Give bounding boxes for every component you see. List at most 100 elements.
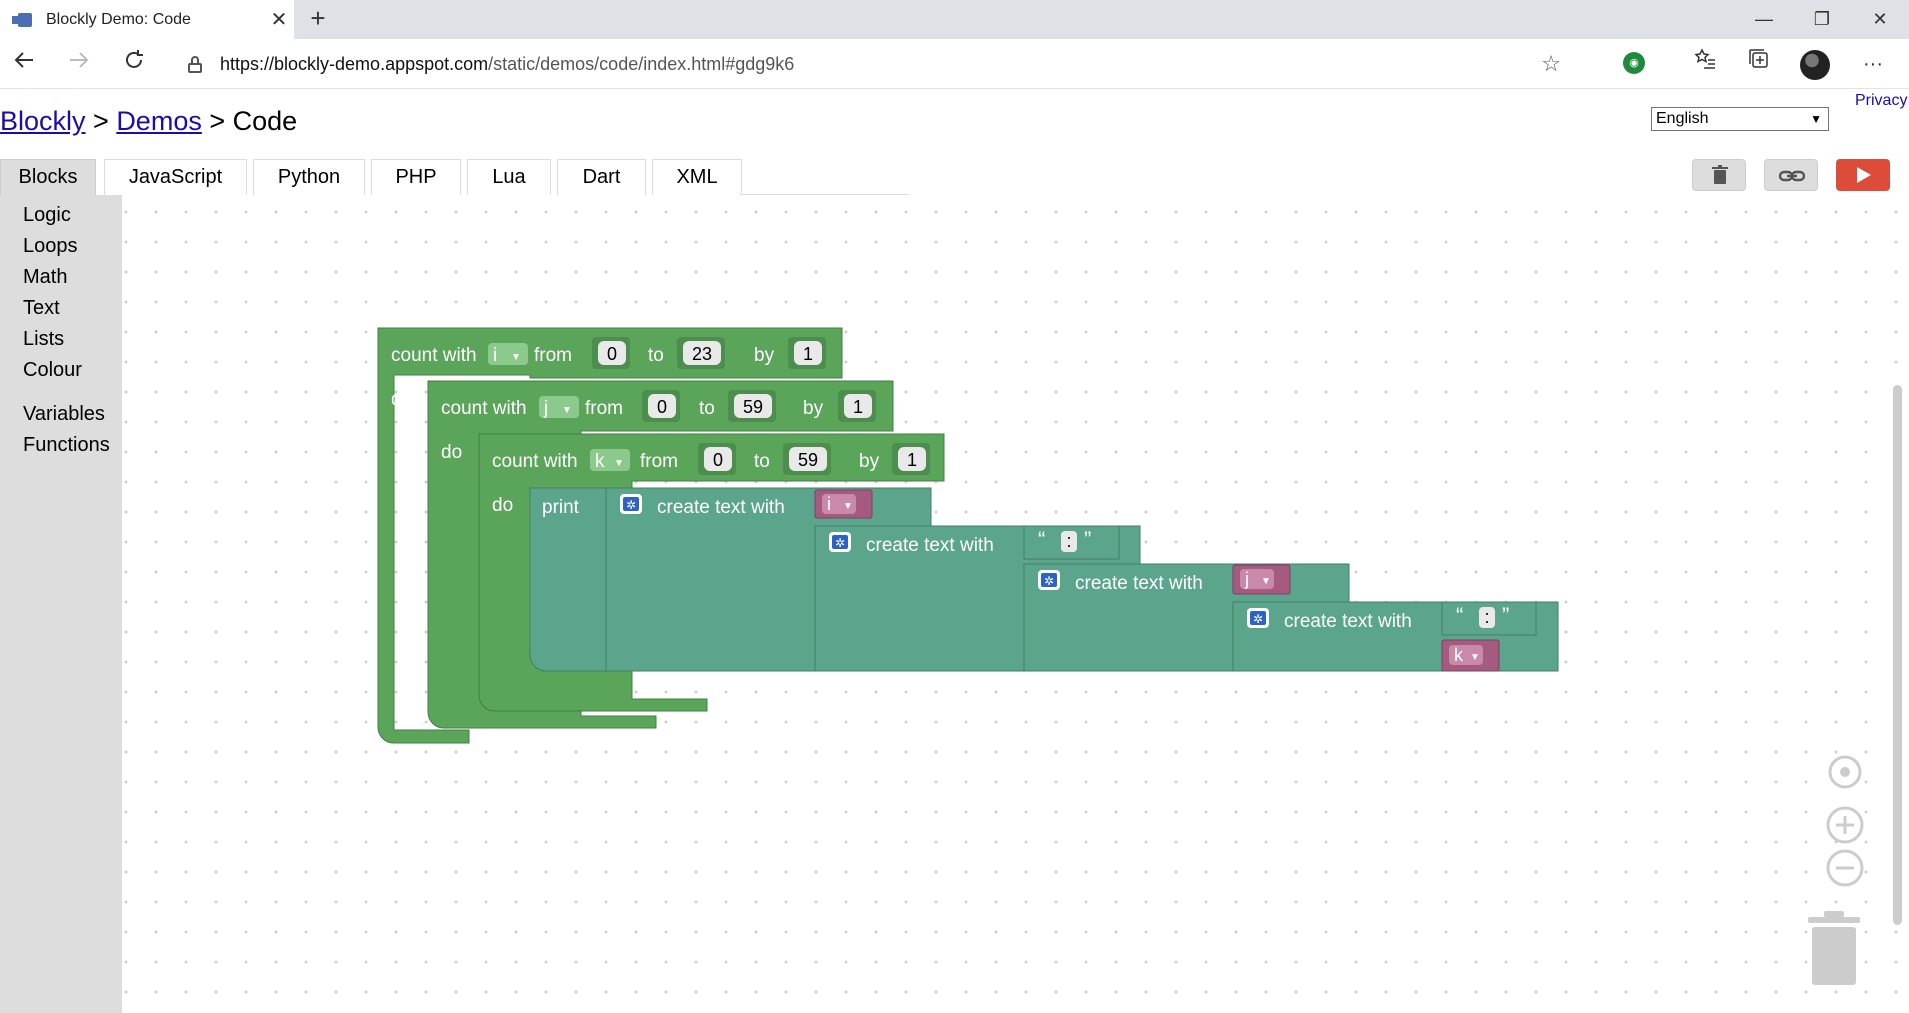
extension-icon[interactable]: ◉ <box>1623 52 1645 74</box>
tab-xml[interactable]: XML <box>652 159 742 195</box>
loop-k-label: count with <box>492 451 578 472</box>
breadcrumb-blockly-link[interactable]: Blockly <box>0 106 86 136</box>
address-bar[interactable]: https://blockly-demo.appspot.com/static/… <box>168 45 1575 83</box>
loop-j-label: count with <box>441 398 527 419</box>
browser-tab[interactable]: Blockly Demo: Code ✕ <box>0 0 294 39</box>
chevron-down-icon: ▼ <box>1810 112 1822 126</box>
loop-j-by-label: by <box>803 398 824 419</box>
loop-j-by-value: 1 <box>853 397 863 417</box>
collections-icon[interactable] <box>1742 47 1776 81</box>
tab-javascript[interactable]: JavaScript <box>104 159 247 195</box>
blockly-workspace[interactable]: count with i ▼ from 0 to 23 by 1 do coun… <box>122 195 1909 1013</box>
toolbox-category-functions[interactable]: Functions <box>23 434 110 457</box>
breadcrumb-demos-link[interactable]: Demos <box>116 106 202 136</box>
chevron-down-icon: ▼ <box>511 352 521 363</box>
profile-avatar[interactable] <box>1800 50 1830 80</box>
browser-tab-title: Blockly Demo: Code <box>46 10 191 28</box>
svg-text:✲: ✲ <box>1044 574 1054 588</box>
text-colon-value-2: : <box>1484 607 1489 627</box>
loop-k-from-value: 0 <box>713 450 723 470</box>
variable-j-name: j <box>1244 569 1249 589</box>
close-tab-icon[interactable]: ✕ <box>264 7 294 32</box>
trash-icon <box>1712 165 1728 184</box>
loop-i-to-label: to <box>648 345 664 366</box>
chevron-down-icon: ▼ <box>614 458 624 469</box>
tab-python[interactable]: Python <box>253 159 365 195</box>
toolbox-category-lists[interactable]: Lists <box>23 328 64 351</box>
link-button[interactable] <box>1764 159 1818 191</box>
workspace-trash-can[interactable] <box>1808 911 1860 985</box>
delete-all-button[interactable] <box>1692 159 1746 191</box>
tab-dart[interactable]: Dart <box>557 159 646 195</box>
workspace-vertical-scrollbar[interactable] <box>1893 385 1902 925</box>
forward-button[interactable] <box>61 47 97 81</box>
restore-window-button[interactable]: ❐ <box>1793 0 1851 39</box>
close-quote: ” <box>1502 603 1509 628</box>
tab-lua[interactable]: Lua <box>467 159 551 195</box>
loop-k-to-label: to <box>754 451 770 472</box>
close-quote: ” <box>1084 527 1091 552</box>
back-arrow-icon <box>14 52 33 68</box>
breadcrumb: Blockly > Demos > Code <box>0 106 297 137</box>
loop-j-to-value: 59 <box>743 397 763 417</box>
tab-php[interactable]: PHP <box>371 159 461 195</box>
language-select-value: English <box>1656 110 1709 127</box>
variable-i-name: i <box>827 494 831 514</box>
text-colon-value-1: : <box>1066 531 1071 551</box>
privacy-link[interactable]: Privacy <box>1855 92 1907 110</box>
loop-j-from-label: from <box>585 398 623 419</box>
loop-i-by-value: 1 <box>803 344 813 364</box>
language-select[interactable]: English ▼ <box>1651 107 1829 131</box>
address-url: https://blockly-demo.appspot.com/static/… <box>220 53 795 74</box>
chevron-down-icon: ▼ <box>562 405 572 416</box>
create-text-with-label: create text with <box>657 497 785 518</box>
loop-j-variable: j <box>543 398 548 419</box>
loop-k-by-value: 1 <box>907 450 917 470</box>
toolbox-category-logic[interactable]: Logic <box>23 204 71 227</box>
toolbox-category-colour[interactable]: Colour <box>23 359 82 382</box>
loop-i-label: count with <box>391 345 477 366</box>
svg-text:✲: ✲ <box>1253 612 1263 626</box>
breadcrumb-current: Code <box>232 106 298 136</box>
chevron-down-icon: ▼ <box>1261 576 1271 587</box>
new-tab-button[interactable]: + <box>304 4 332 34</box>
zoom-in-control[interactable] <box>1826 806 1864 844</box>
toolbox-category-variables[interactable]: Variables <box>23 403 105 426</box>
favorites-list-icon[interactable] <box>1688 47 1722 81</box>
tab-blocks[interactable]: Blocks <box>0 159 96 195</box>
forward-arrow-icon <box>70 52 89 68</box>
browser-toolbar: https://blockly-demo.appspot.com/static/… <box>0 39 1909 89</box>
run-program-button[interactable] <box>1836 159 1890 191</box>
loop-k-from-label: from <box>640 451 678 472</box>
loop-i-to-value: 23 <box>692 344 712 364</box>
toolbox-category-math[interactable]: Math <box>23 266 67 289</box>
minimize-window-button[interactable]: — <box>1735 0 1793 39</box>
recenter-control[interactable] <box>1828 755 1862 789</box>
loop-k-variable: k <box>595 451 605 472</box>
lock-icon <box>186 55 204 73</box>
loop-j-do-label: do <box>441 442 462 463</box>
loop-i-variable: i <box>493 345 497 366</box>
loop-i-do-label: do <box>391 389 412 410</box>
print-label: print <box>542 497 580 518</box>
loop-j-to-label: to <box>699 398 715 419</box>
refresh-button[interactable] <box>116 47 152 81</box>
create-text-with-label: create text with <box>1075 573 1203 594</box>
browser-tab-strip: Blockly Demo: Code ✕ + — ❐ ✕ <box>0 0 1909 39</box>
favorite-star-icon[interactable]: ☆ <box>1541 51 1561 77</box>
loop-i-by-label: by <box>754 345 775 366</box>
create-text-with-label: create text with <box>1284 611 1412 632</box>
toolbox-category-loops[interactable]: Loops <box>23 235 78 258</box>
toolbox-category-text[interactable]: Text <box>23 297 60 320</box>
settings-more-icon[interactable]: ··· <box>1856 47 1890 81</box>
open-quote: “ <box>1038 527 1045 552</box>
close-window-button[interactable]: ✕ <box>1851 0 1909 39</box>
create-text-with-block-4[interactable]: ✲ create text with “ : ” k ▼ <box>1232 601 1559 672</box>
zoom-out-control[interactable] <box>1826 849 1864 887</box>
play-icon <box>1857 167 1871 183</box>
create-text-with-label: create text with <box>866 535 994 556</box>
loop-k-do-label: do <box>492 495 513 516</box>
back-button[interactable] <box>6 47 42 81</box>
trash-can-icon <box>1812 927 1856 985</box>
breadcrumb-separator: > <box>85 106 117 136</box>
